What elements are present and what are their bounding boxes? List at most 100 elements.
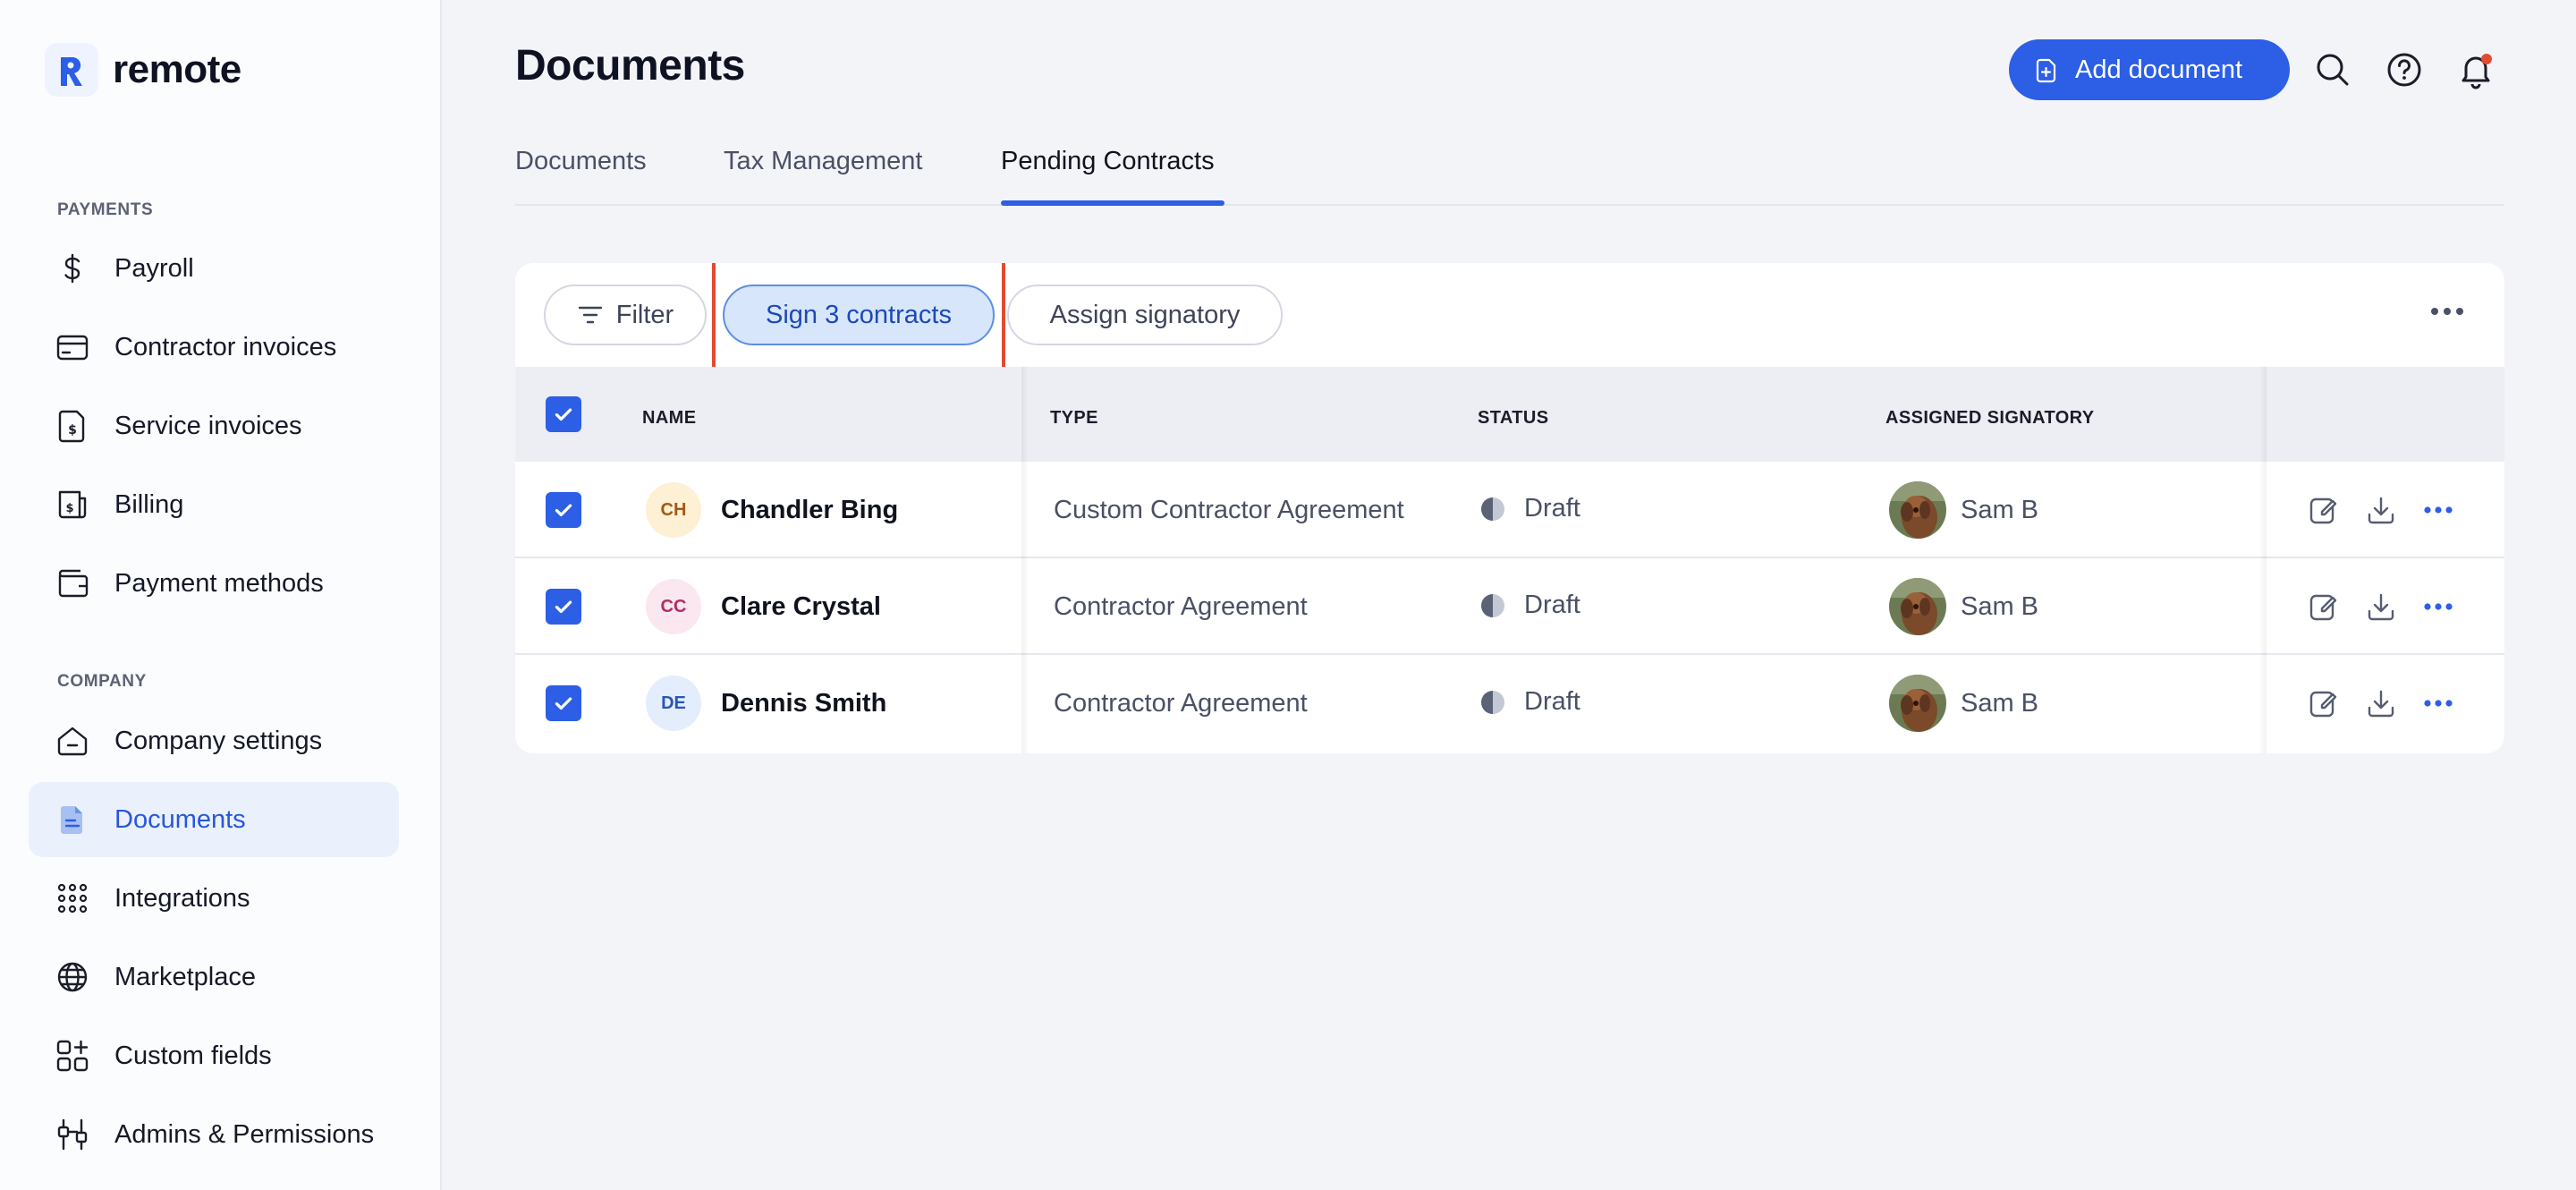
column-header-name[interactable]: NAME bbox=[642, 408, 697, 429]
sidebar-item-documents[interactable]: Documents bbox=[29, 782, 399, 857]
sidebar-item-integrations[interactable]: Integrations bbox=[29, 861, 399, 936]
signatory-name: Sam B bbox=[1961, 496, 2039, 524]
tab-tax-management[interactable]: Tax Management bbox=[724, 147, 922, 176]
sidebar-item-label: Service invoices bbox=[114, 411, 302, 440]
contract-type: Contractor Agreement bbox=[1054, 592, 1308, 621]
custom-fields-icon bbox=[56, 1040, 89, 1072]
sidebar-item-admins-permissions[interactable]: Admins & Permissions bbox=[29, 1097, 399, 1172]
grid-icon bbox=[57, 883, 88, 914]
sidebar-item-label: Custom fields bbox=[114, 1041, 272, 1070]
sidebar-item-company-settings[interactable]: Company settings bbox=[29, 703, 399, 778]
section-payments: PAYMENTS bbox=[57, 200, 154, 219]
table-row[interactable]: CC Clare Crystal Contractor Agreement Dr… bbox=[515, 558, 2504, 655]
check-icon bbox=[552, 403, 575, 426]
sidebar-item-label: Billing bbox=[114, 489, 184, 519]
filter-button[interactable]: Filter bbox=[544, 285, 707, 345]
sidebar-item-label: Contractor invoices bbox=[114, 332, 337, 361]
avatar: DE bbox=[646, 676, 701, 731]
check-icon bbox=[552, 595, 575, 618]
select-all-checkbox[interactable] bbox=[546, 396, 581, 432]
signatory-name: Sam B bbox=[1961, 592, 2039, 621]
half-circle-icon bbox=[1479, 689, 1506, 716]
dollar-icon bbox=[64, 253, 80, 284]
tab-pending-contracts[interactable]: Pending Contracts bbox=[1001, 147, 1215, 176]
status-badge: Draft bbox=[1479, 591, 1580, 620]
check-icon bbox=[552, 692, 575, 715]
sidebar-item-label: Company settings bbox=[114, 726, 323, 755]
table-row[interactable]: DE Dennis Smith Contractor Agreement Dra… bbox=[515, 655, 2504, 752]
column-header-type[interactable]: TYPE bbox=[1050, 408, 1098, 429]
page-title: Documents bbox=[515, 42, 745, 89]
filter-label: Filter bbox=[615, 300, 674, 329]
table-header: NAME TYPE STATUS ASSIGNED SIGNATORY bbox=[515, 367, 2504, 462]
add-document-label: Add document bbox=[2075, 55, 2243, 84]
avatar: CC bbox=[646, 579, 701, 634]
status-badge: Draft bbox=[1479, 494, 1580, 523]
sidebar-item-label: Marketplace bbox=[114, 962, 256, 991]
active-tab-indicator bbox=[1001, 200, 1224, 206]
signatory-avatar bbox=[1889, 578, 1946, 635]
check-icon bbox=[552, 498, 575, 522]
help-icon[interactable] bbox=[2385, 50, 2424, 89]
assign-signatory-label: Assign signatory bbox=[1049, 300, 1241, 329]
sidebar-item-custom-fields[interactable]: Custom fields bbox=[29, 1018, 399, 1093]
billing-icon: $ bbox=[58, 490, 87, 519]
edit-icon[interactable] bbox=[2306, 589, 2342, 625]
notification-bell-icon[interactable] bbox=[2456, 50, 2496, 89]
row-checkbox[interactable] bbox=[546, 685, 581, 721]
sidebar-item-payroll[interactable]: Payroll bbox=[29, 231, 399, 306]
column-header-assigned-signatory[interactable]: ASSIGNED SIGNATORY bbox=[1885, 408, 2095, 429]
filter-icon bbox=[578, 306, 602, 324]
sidebar: remote PAYMENTS Payroll Contractor invoi… bbox=[0, 0, 442, 1190]
signatory-avatar bbox=[1889, 481, 1946, 539]
sidebar-item-label: Payroll bbox=[114, 253, 194, 283]
sidebar-item-marketplace[interactable]: Marketplace bbox=[29, 939, 399, 1015]
card-icon bbox=[56, 335, 89, 361]
wallet-icon bbox=[58, 569, 89, 598]
sidebar-item-label: Payment methods bbox=[114, 568, 324, 598]
row-more-icon[interactable] bbox=[2420, 492, 2456, 528]
contractor-name[interactable]: Dennis Smith bbox=[721, 689, 886, 718]
status-label: Draft bbox=[1524, 494, 1580, 523]
search-icon[interactable] bbox=[2313, 50, 2352, 89]
column-header-status[interactable]: STATUS bbox=[1478, 408, 1548, 429]
sidebar-item-service-invoices[interactable]: $ Service invoices bbox=[29, 388, 399, 463]
column-divider bbox=[1021, 367, 1029, 753]
brand-name: remote bbox=[113, 47, 242, 91]
download-icon[interactable] bbox=[2363, 492, 2399, 528]
edit-icon[interactable] bbox=[2306, 492, 2342, 528]
row-more-icon[interactable] bbox=[2420, 589, 2456, 625]
sidebar-item-payment-methods[interactable]: Payment methods bbox=[29, 546, 399, 621]
more-options-icon[interactable] bbox=[2431, 308, 2463, 315]
document-icon bbox=[61, 806, 82, 834]
half-circle-icon bbox=[1479, 592, 1506, 619]
row-checkbox[interactable] bbox=[546, 589, 581, 625]
download-icon[interactable] bbox=[2363, 589, 2399, 625]
document-tabs: Documents Tax Management Pending Contrac… bbox=[515, 143, 2504, 206]
pending-contracts-card: Filter Sign 3 contracts Assign signatory… bbox=[515, 263, 2504, 753]
globe-icon bbox=[57, 962, 88, 992]
status-badge: Draft bbox=[1479, 687, 1580, 717]
remote-logo[interactable]: remote bbox=[45, 43, 242, 97]
sliders-icon bbox=[57, 1118, 88, 1151]
signatory-avatar bbox=[1889, 675, 1946, 732]
column-divider bbox=[2259, 367, 2267, 753]
contractor-name[interactable]: Clare Crystal bbox=[721, 592, 881, 622]
sidebar-item-billing[interactable]: $ Billing bbox=[29, 467, 399, 542]
tab-documents[interactable]: Documents bbox=[515, 147, 647, 176]
status-label: Draft bbox=[1524, 591, 1580, 619]
sidebar-item-contractor-invoices[interactable]: Contractor invoices bbox=[29, 310, 399, 385]
table-row[interactable]: CH Chandler Bing Custom Contractor Agree… bbox=[515, 462, 2504, 558]
avatar: CH bbox=[646, 482, 701, 538]
edit-icon[interactable] bbox=[2306, 685, 2342, 721]
download-icon[interactable] bbox=[2363, 685, 2399, 721]
row-more-icon[interactable] bbox=[2420, 685, 2456, 721]
add-document-button[interactable]: Add document bbox=[2009, 39, 2290, 100]
contractor-name[interactable]: Chandler Bing bbox=[721, 496, 898, 525]
home-icon bbox=[57, 727, 88, 756]
svg-text:$: $ bbox=[65, 502, 73, 515]
assign-signatory-button[interactable]: Assign signatory bbox=[1007, 285, 1283, 345]
sidebar-item-label: Documents bbox=[114, 804, 246, 834]
row-checkbox[interactable] bbox=[546, 492, 581, 528]
section-company: COMPANY bbox=[57, 672, 147, 691]
